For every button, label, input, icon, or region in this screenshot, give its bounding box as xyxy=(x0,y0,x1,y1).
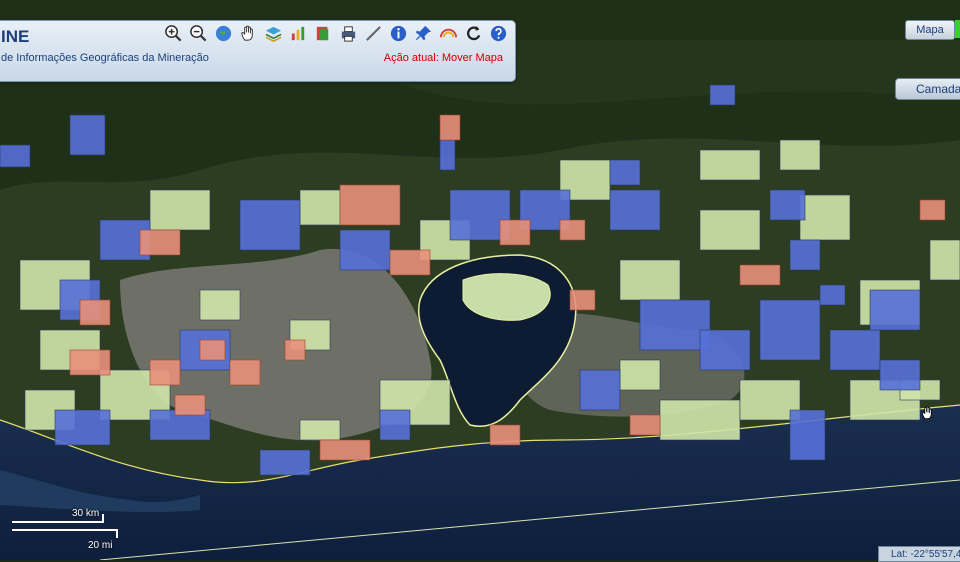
measure-icon xyxy=(366,26,381,41)
layers-button[interactable]: Camadas xyxy=(895,78,960,100)
scale-km-label: 30 km xyxy=(72,508,100,519)
print-icon xyxy=(341,26,356,42)
zoom-out-button[interactable] xyxy=(188,23,209,44)
map-type-button[interactable]: Mapa xyxy=(905,20,955,40)
scale-bar: 30 km 20 mi xyxy=(10,508,120,551)
info-icon xyxy=(390,25,407,42)
toolbar xyxy=(163,23,509,44)
app-title: INE xyxy=(1,27,30,46)
zoom-in-button[interactable] xyxy=(163,23,184,44)
layers-stack-icon xyxy=(265,26,282,42)
globe-icon xyxy=(215,25,232,42)
pin-button[interactable] xyxy=(413,23,434,44)
satellite-tab[interactable] xyxy=(955,20,960,38)
rainbow-icon xyxy=(439,28,458,38)
chart-icon xyxy=(291,26,305,41)
rainbow-button[interactable] xyxy=(438,23,459,44)
toolbar-panel: INE de Informações Geográficas da Minera… xyxy=(0,20,516,82)
satellite-map[interactable] xyxy=(0,0,960,560)
refresh-button[interactable] xyxy=(463,23,484,44)
full-extent-button[interactable] xyxy=(213,23,234,44)
action-status: Ação atual: Mover Mapa xyxy=(383,52,503,64)
pan-button[interactable] xyxy=(238,23,259,44)
help-button[interactable] xyxy=(488,23,509,44)
book-button[interactable] xyxy=(313,23,334,44)
chart-button[interactable] xyxy=(288,23,309,44)
info-button[interactable] xyxy=(388,23,409,44)
zoom-in-icon xyxy=(165,25,182,42)
help-icon xyxy=(490,25,507,42)
pin-icon xyxy=(415,25,432,41)
measure-button[interactable] xyxy=(363,23,384,44)
app-subtitle: de Informações Geográficas da Mineração xyxy=(1,52,209,64)
refresh-icon xyxy=(467,25,481,41)
book-icon xyxy=(316,26,329,41)
hand-cursor-icon xyxy=(921,406,932,419)
layers-tool-button[interactable] xyxy=(263,23,284,44)
pan-hand-icon xyxy=(241,25,253,41)
scale-mi-label: 20 mi xyxy=(88,540,113,551)
zoom-out-icon xyxy=(190,25,207,42)
print-button[interactable] xyxy=(338,23,359,44)
